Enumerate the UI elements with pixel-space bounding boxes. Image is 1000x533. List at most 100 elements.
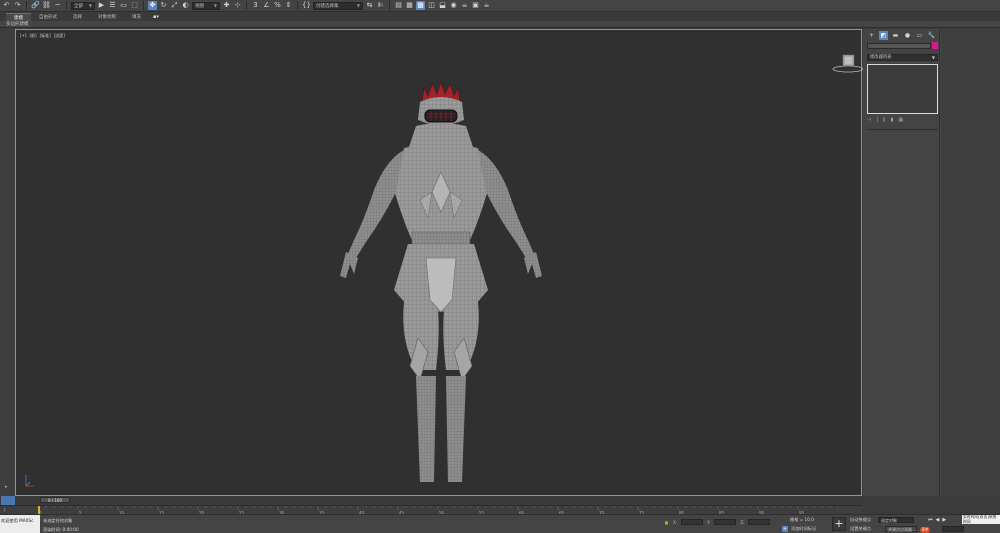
window-crossing-icon[interactable]: ⬚ xyxy=(130,1,139,10)
chevron-down-icon: ▼ xyxy=(931,55,935,60)
named-selection-dropdown[interactable]: 创建选择集 ▼ xyxy=(313,1,363,10)
align-icon[interactable]: ⊫ xyxy=(376,1,385,10)
play-icon[interactable]: ▶ xyxy=(942,517,946,523)
add-time-tag[interactable]: + 添加时间标记 xyxy=(782,526,816,532)
material-editor-icon[interactable]: ◉ xyxy=(449,1,458,10)
lock-icon[interactable]: 🔒 xyxy=(664,520,669,525)
object-color-swatch[interactable] xyxy=(932,42,938,49)
select-by-name-icon[interactable]: ☰ xyxy=(108,1,117,10)
placement-icon[interactable]: ◐ xyxy=(181,1,190,10)
configure-sets-icon[interactable]: ▦ xyxy=(898,117,903,123)
schematic-view-icon[interactable]: ⬓ xyxy=(438,1,447,10)
link-icon[interactable]: 🔗 xyxy=(31,1,40,10)
undo-icon[interactable]: ↶ xyxy=(2,1,11,10)
remove-modifier-icon[interactable]: ▮ xyxy=(891,117,894,123)
viewport-per-view-menu[interactable]: [边面] xyxy=(53,33,66,39)
x-label: X: xyxy=(672,519,678,525)
grid-size: 栅格 = 10.0 xyxy=(790,517,814,522)
pivot-center-icon[interactable]: ✚ xyxy=(222,1,231,10)
front-viewport[interactable]: [+] [前] [标准] [边面] xyxy=(15,29,864,496)
y-coordinate-field[interactable] xyxy=(714,519,737,525)
layer-explorer-icon[interactable]: ▦ xyxy=(405,1,414,10)
reference-coordinate-dropdown[interactable]: 视图 ▼ xyxy=(192,1,220,10)
toolbar-separator xyxy=(26,1,27,10)
angle-snap-icon[interactable]: ∠ xyxy=(262,1,271,10)
scene-explorer-icon[interactable]: ▤ xyxy=(394,1,403,10)
viewcube-icon[interactable] xyxy=(826,44,866,74)
unlink-icon[interactable]: ⛓ xyxy=(42,1,51,10)
render-production-icon[interactable]: ☕ xyxy=(482,1,491,10)
rectangular-selection-icon[interactable]: ▭ xyxy=(119,1,128,10)
rotate-icon[interactable]: ↻ xyxy=(159,1,168,10)
viewport-point-of-view-menu[interactable]: [前] xyxy=(28,33,37,39)
toolbar-separator xyxy=(66,1,67,10)
ribbon-panel-title[interactable]: 多边形建模 xyxy=(6,21,29,28)
key-icon[interactable]: ⚷ xyxy=(3,507,6,512)
prompt-line: 未选定任何对象 xyxy=(43,518,73,523)
x-coordinate-field[interactable] xyxy=(681,519,704,525)
curve-editor-icon[interactable]: ◫ xyxy=(427,1,436,10)
show-end-result-icon[interactable]: | xyxy=(876,117,878,123)
rendered-frame-icon[interactable]: ▣ xyxy=(471,1,480,10)
render-setup-icon[interactable]: ☕ xyxy=(460,1,469,10)
character-model[interactable] xyxy=(316,80,566,490)
time-slider[interactable]: 0 / 100 xyxy=(0,496,862,505)
ribbon-panel: 多边形建模 xyxy=(0,21,1000,28)
expand-arrow-icon[interactable]: ▸ xyxy=(5,484,11,490)
viewport-label-menu[interactable]: [+] [前] [标准] [边面] xyxy=(19,33,66,39)
tab-selection[interactable]: 选择 xyxy=(65,13,90,21)
tab-modeling[interactable]: 建模 xyxy=(6,13,31,21)
motion-tab-icon[interactable]: ● xyxy=(903,31,912,40)
viewport-general-menu[interactable]: [+] xyxy=(19,33,27,39)
set-key-button[interactable]: + xyxy=(832,517,846,531)
input-method-logo[interactable]: S中 xyxy=(920,527,930,533)
percent-snap-icon[interactable]: % xyxy=(273,1,282,10)
tab-object-paint[interactable]: 对象绘制 xyxy=(90,13,124,21)
key-selection-dropdown[interactable]: 选定对象 xyxy=(878,517,914,523)
spinner-snap-icon[interactable]: ⇕ xyxy=(284,1,293,10)
mirror-icon[interactable]: ⇆ xyxy=(365,1,374,10)
panel-splitter[interactable] xyxy=(939,29,940,496)
maxscript-listener[interactable]: 欢迎使用 MAXSc xyxy=(0,515,40,533)
viewport-shading-menu[interactable]: [标准] xyxy=(39,33,52,39)
z-coordinate-field[interactable] xyxy=(748,519,771,525)
toolbar-separator xyxy=(246,1,247,10)
axis-tripod-icon xyxy=(25,475,34,487)
set-key-mode-button[interactable]: 设置关键点 xyxy=(850,526,871,532)
ribbon-options-icon[interactable]: ▪▾ xyxy=(153,13,159,21)
current-frame-field[interactable] xyxy=(942,526,964,532)
previous-frame-icon[interactable]: ◀ xyxy=(936,517,940,523)
scale-icon[interactable]: ⤢ xyxy=(170,1,179,10)
go-to-start-icon[interactable]: ⏮ xyxy=(928,517,933,523)
bind-spacewarp-icon[interactable]: ~ xyxy=(53,1,62,10)
hierarchy-tab-icon[interactable]: ▬ xyxy=(891,31,900,40)
track-bar[interactable]: ⚷ 0 5 10 15 20 25 30 35 40 45 50 55 60 65 70 75 80 85 90 95… xyxy=(0,505,862,515)
make-unique-icon[interactable]: ∥ xyxy=(883,117,886,123)
toolbar-separator xyxy=(143,1,144,10)
modifier-list-dropdown[interactable]: 修改器列表 ▼ xyxy=(867,54,938,61)
ribbon-toggle-icon[interactable]: ▩ xyxy=(416,1,425,10)
selection-filter-dropdown[interactable]: 全部 ▼ xyxy=(71,1,95,10)
tab-populate[interactable]: 填充 xyxy=(124,13,149,21)
modify-tab-icon[interactable]: ◩ xyxy=(879,31,888,40)
tab-freeform[interactable]: 自由形式 xyxy=(31,13,65,21)
display-tab-icon[interactable]: ▭ xyxy=(915,31,924,40)
object-name-field[interactable] xyxy=(867,43,931,49)
auto-key-button[interactable]: 自动关键点 xyxy=(850,517,871,523)
utilities-tab-icon[interactable]: 🔧 xyxy=(927,31,936,40)
key-filters-button[interactable]: 关键点过滤器... xyxy=(885,526,917,532)
select-object-icon[interactable]: ▶ xyxy=(97,1,106,10)
create-tab-icon[interactable]: + xyxy=(867,31,876,40)
playback-controls: ⏮ ◀ ▶ xyxy=(928,517,946,523)
time-tag-icon: + xyxy=(782,526,788,532)
timeslider-toggle-button[interactable] xyxy=(1,496,15,505)
redo-icon[interactable]: ↷ xyxy=(13,1,22,10)
modifier-stack[interactable] xyxy=(867,64,938,114)
edit-named-selection-icon[interactable]: {} xyxy=(302,1,311,10)
select-manipulate-icon[interactable]: ⊹ xyxy=(233,1,242,10)
snaps-toggle-icon[interactable]: 3 xyxy=(251,1,260,10)
ribbon-tab-bar: 建模 自由形式 选择 对象绘制 填充 ▪▾ xyxy=(0,12,1000,21)
pin-stack-icon[interactable]: ⊣ xyxy=(867,117,871,123)
time-slider-thumb[interactable]: 0 / 100 xyxy=(40,497,70,503)
move-icon[interactable]: ✥ xyxy=(148,1,157,10)
